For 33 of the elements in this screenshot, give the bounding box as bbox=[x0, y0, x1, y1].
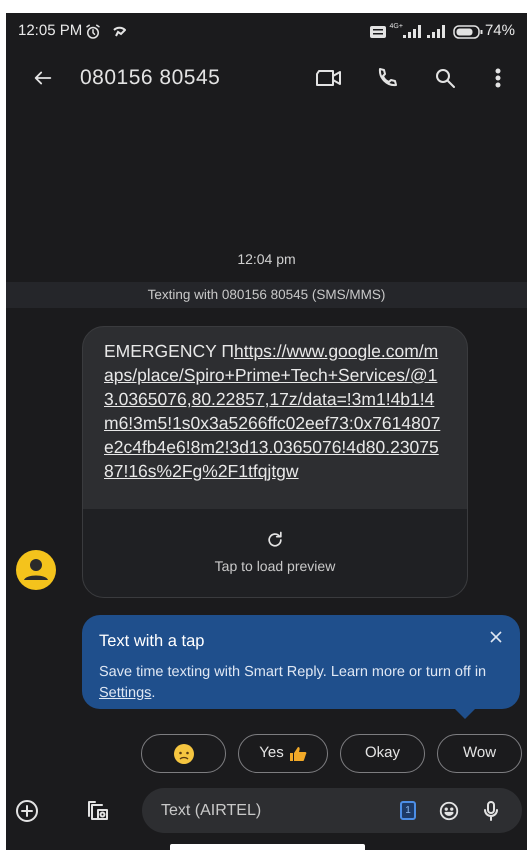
smart-reply-chip[interactable]: Wow bbox=[437, 734, 522, 773]
smart-reply-chip[interactable] bbox=[141, 734, 226, 773]
contact-title: 080156 80545 bbox=[80, 65, 220, 92]
settings-link[interactable]: Settings bbox=[99, 684, 152, 701]
preview-label[interactable]: Tap to load preview bbox=[214, 556, 336, 576]
signal-icon bbox=[426, 25, 445, 38]
message-text: EMERGENCY Πhttps://www.google.com/maps/place/Spiro+Prime+Tech+Services/@13.0365076,80.22857,17z/data=!3m1!4b1!4m6!3m5!1s0x3a5266ffc02eef73:0x7614807e2c4fb4e6!8m2!3d13.0365076!4d80.2307587!16s%2Fg%2F1tfqjtgw bbox=[104, 340, 442, 483]
message-input[interactable]: Text (AIRTEL) 1 bbox=[142, 788, 522, 833]
gallery-icon[interactable] bbox=[86, 798, 110, 822]
signal-icon bbox=[402, 25, 421, 38]
smart-reply-chip[interactable]: Yes bbox=[238, 734, 328, 773]
tooltip-text: Save time texting with Smart Reply. Learn more or turn off in Settings. bbox=[99, 662, 488, 703]
sim-selector[interactable]: 1 bbox=[400, 801, 416, 820]
video-call-icon[interactable] bbox=[315, 67, 343, 89]
message-bubble[interactable] bbox=[82, 326, 468, 598]
battery-percent: 74% bbox=[484, 21, 515, 42]
conversation-banner: Texting with 080156 80545 (SMS/MMS) bbox=[6, 282, 527, 308]
message-timestamp: 12:04 pm bbox=[237, 251, 296, 267]
contact-avatar[interactable] bbox=[16, 550, 56, 590]
alarm-icon bbox=[84, 22, 102, 40]
search-icon[interactable] bbox=[433, 66, 457, 90]
battery-icon bbox=[452, 24, 483, 38]
thumbs-up-icon bbox=[288, 746, 307, 762]
smart-reply-chip[interactable]: Okay bbox=[340, 734, 425, 773]
volte-icon bbox=[370, 26, 386, 38]
more-options-icon[interactable] bbox=[495, 67, 501, 89]
microphone-icon[interactable] bbox=[482, 800, 500, 822]
tooltip-title: Text with a tap bbox=[99, 631, 204, 652]
emoji-icon[interactable] bbox=[438, 800, 460, 822]
close-icon[interactable] bbox=[490, 631, 502, 643]
worried-face-icon bbox=[172, 742, 194, 764]
add-icon[interactable] bbox=[15, 798, 39, 822]
status-time: 12:05 PM bbox=[18, 21, 82, 42]
